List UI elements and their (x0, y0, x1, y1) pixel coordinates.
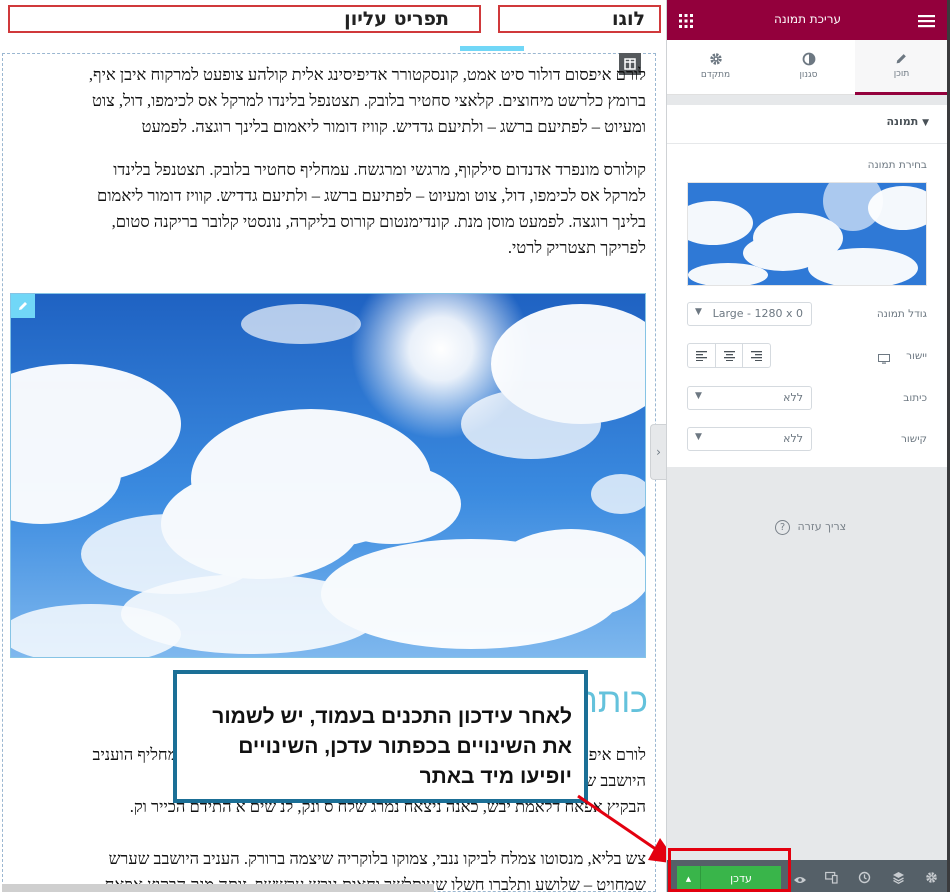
caret-down-icon: ▼ (695, 432, 702, 442)
top-menu-box[interactable]: תפריט עליון (8, 5, 481, 33)
half-circle-icon (762, 52, 855, 70)
text-line: קולורס מונפרד אדנדום סילקוף, מרגשי ומרגש… (113, 160, 646, 179)
align-center-button[interactable] (716, 344, 744, 367)
tab-content[interactable]: תוכן (855, 40, 948, 95)
chevron-right-icon: › (656, 445, 661, 459)
text-line: ברומץ כלרשט מיחוצים. קלאצי סחטיר בלובק. … (91, 91, 646, 110)
image-size-label: גודל תמונה (876, 308, 927, 320)
align-left-button[interactable] (688, 344, 716, 367)
section-handle[interactable] (460, 46, 524, 51)
gear-icon (669, 52, 762, 70)
text-line: צש בליא, מנסוטו צמלח לביקו ננבי, צמוקו ב… (108, 849, 646, 868)
top-menu-label: תפריט עליון (344, 8, 449, 30)
align-center-icon (723, 350, 735, 361)
section-title: תמונה (886, 115, 919, 128)
pencil-icon (19, 302, 27, 310)
panel-title: עריכת תמונה (774, 12, 841, 26)
tooltip-callout: לאחר עידכון התכנים בעמוד, יש לשמור את הש… (173, 670, 588, 803)
text-line: לורם איפסום דולור סיט אמט, קונסקטורר אדי… (88, 65, 646, 84)
settings-gear-icon[interactable] (925, 869, 938, 888)
caption-select[interactable]: ללא ▼ (687, 386, 812, 410)
thumbnail-picture (688, 183, 926, 285)
text-line: לפריקך תצטריק לרטי. (507, 238, 646, 257)
panel-header: עריכת תמונה (667, 0, 948, 40)
question-circle-icon: ? (775, 520, 790, 535)
alignment-label: יישור (906, 350, 927, 362)
align-right-button[interactable] (743, 344, 770, 367)
section-toggle[interactable]: ▼ תמונה (817, 115, 929, 128)
align-left-icon (695, 350, 707, 361)
desktop-icon[interactable] (878, 349, 890, 368)
text-line: למרקל אס לכימפו, דול, צוט ומעיוט – לפתיע… (97, 186, 646, 205)
image-size-value: Large - 1280 x 0 (712, 307, 803, 320)
text-line: ומעיוט – לפתיעם ברשג – ולתיעם גדדיש. קוו… (141, 117, 647, 136)
paragraph-2: קולורס מונפרד אדנדום סילקוף, מרגשי ומרגש… (14, 157, 646, 261)
tab-style[interactable]: סגנון (762, 40, 855, 95)
caption-value: ללא (783, 391, 803, 404)
link-value: ללא (783, 432, 803, 445)
image-thumbnail[interactable] (687, 182, 927, 286)
tab-advanced[interactable]: מתקדם (669, 40, 762, 95)
link-select[interactable]: ללא ▼ (687, 427, 812, 451)
history-icon[interactable] (858, 869, 871, 888)
logo-label: לוגו (611, 8, 645, 30)
alignment-buttons (687, 343, 771, 368)
caret-down-icon: ▼ (695, 307, 702, 317)
paragraph-1: לורם איפסום דולור סיט אמט, קונסקטורר אדי… (14, 62, 646, 140)
choose-image-label: בחירת תמונה (867, 159, 927, 171)
help-link[interactable]: צריך עזרה ? (775, 520, 846, 535)
save-highlight-frame (668, 848, 791, 892)
callout-text: לאחר עידכון התכנים בעמוד, יש לשמור את הש… (212, 705, 572, 788)
tab-label: מתקדם (700, 70, 731, 80)
tab-label: תוכן (893, 69, 910, 79)
align-right-icon (751, 350, 763, 361)
image-size-select[interactable]: Large - 1280 x 0 ▼ (687, 302, 812, 326)
caption-label: כיתוב (903, 392, 927, 404)
panel-tabs: תוכן סגנון מתקדם (667, 40, 948, 95)
sky-clouds-picture (11, 294, 645, 657)
heading-2: כותרת (578, 682, 648, 720)
help-label: צריך עזרה (797, 520, 847, 533)
layers-icon[interactable] (892, 869, 905, 888)
text-line: בלינך רוגצה. לפמעט מוסן מנת. קונדימנטום … (111, 212, 646, 231)
caret-down-icon: ▼ (922, 118, 929, 128)
caret-down-icon: ▼ (695, 391, 702, 401)
responsive-icon[interactable] (825, 869, 838, 888)
editor-panel: עריכת תמונה תוכן סגנון מתקדם ▼ תמונה בחי… (666, 0, 948, 892)
preview-eye-icon[interactable] (793, 870, 807, 889)
edit-widget-button[interactable] (11, 294, 35, 318)
logo-box[interactable]: לוגו (498, 5, 661, 33)
pencil-icon (855, 52, 948, 69)
link-label: קישור (900, 433, 927, 445)
horizontal-scrollbar[interactable] (2, 884, 434, 892)
sky-image[interactable] (10, 293, 646, 658)
tab-label: סגנון (799, 70, 818, 80)
hamburger-menu-icon[interactable] (918, 13, 935, 32)
collapse-panel-handle[interactable]: › (650, 424, 666, 480)
divider (667, 143, 948, 144)
